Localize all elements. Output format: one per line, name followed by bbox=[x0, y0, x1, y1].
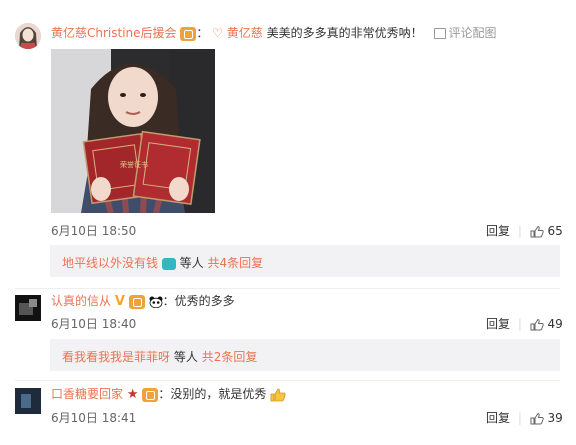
view-all-replies-link[interactable]: 共2条回复 bbox=[202, 350, 258, 364]
comment-2-replies-bar[interactable]: 看我看我我是菲菲呀 等人 共2条回复 bbox=[50, 339, 560, 371]
like-icon[interactable] bbox=[530, 412, 544, 425]
comment-1-replies-bar[interactable]: 地平线以外没有钱 等人 共4条回复 bbox=[50, 245, 560, 277]
reply-user[interactable]: 地平线以外没有钱 bbox=[62, 256, 158, 270]
image-icon bbox=[434, 28, 447, 39]
comment-2-actions: 回复 | 49 bbox=[486, 317, 563, 331]
comment-2-header: 认真的信从 V ：优秀的多多 bbox=[51, 294, 235, 309]
view-all-replies-link[interactable]: 共4条回复 bbox=[208, 256, 264, 270]
panda-icon bbox=[149, 296, 163, 308]
reply-button[interactable]: 回复 bbox=[486, 224, 510, 238]
fan-badge-icon bbox=[180, 26, 197, 41]
comment-3-avatar[interactable] bbox=[15, 388, 41, 414]
comment-2-author[interactable]: 认真的信从 bbox=[51, 294, 111, 308]
comment-1-author[interactable]: 黄亿慈Christine后援会 bbox=[51, 26, 177, 40]
comment-3-header: 口香糖要回家 ★ ：没别的，就是优秀 bbox=[51, 385, 286, 402]
like-count: 39 bbox=[547, 411, 563, 425]
like-count: 49 bbox=[547, 317, 563, 331]
reply-button[interactable]: 回复 bbox=[486, 317, 510, 331]
like-icon[interactable] bbox=[530, 225, 544, 238]
comment-2-date: 6月10日 18:40 bbox=[51, 317, 137, 331]
vip-eye-icon bbox=[161, 257, 176, 270]
fan-badge-icon bbox=[128, 294, 145, 309]
comment-3-author[interactable]: 口香糖要回家 bbox=[51, 387, 123, 401]
comment-3-date: 6月10日 18:41 bbox=[51, 411, 137, 425]
avatar-photo bbox=[15, 23, 41, 49]
comment-1-avatar[interactable] bbox=[15, 23, 41, 49]
divider bbox=[15, 288, 560, 289]
comment-1-actions: 回复 | 65 bbox=[486, 224, 563, 238]
certificate-text: 荣誉证书 bbox=[120, 160, 148, 169]
avatar-photo bbox=[15, 295, 41, 321]
image-reply-link[interactable]: 评论配图 bbox=[434, 26, 496, 40]
comment-3-text: 没别的，就是优秀 bbox=[170, 387, 267, 401]
fan-badge-icon bbox=[142, 387, 159, 402]
divider bbox=[15, 380, 560, 381]
comment-2-text: 优秀的多多 bbox=[174, 294, 235, 308]
vip-v-icon: V bbox=[114, 294, 125, 309]
reply-button[interactable]: 回复 bbox=[486, 411, 510, 425]
comment-3-actions: 回复 | 39 bbox=[486, 411, 563, 425]
comment-2-avatar[interactable] bbox=[15, 295, 41, 321]
avatar-photo bbox=[15, 388, 41, 414]
comment-1-date: 6月10日 18:50 bbox=[51, 224, 137, 238]
thumbs-up-emoji-icon bbox=[270, 388, 286, 402]
like-icon[interactable] bbox=[530, 318, 544, 331]
comment-1-text: 美美的多多真的非常优秀呐！ bbox=[266, 26, 423, 40]
comment-1-header: 黄亿慈Christine后援会 ： ♡ 黄亿慈 美美的多多真的非常优秀呐！ 评论… bbox=[51, 26, 497, 41]
reply-to-user[interactable]: ♡ 黄亿慈 bbox=[212, 26, 263, 40]
comment-1-image[interactable]: 荣誉证书 bbox=[51, 49, 215, 213]
girl-with-certificates-photo: 荣誉证书 bbox=[51, 49, 215, 213]
reply-user[interactable]: 看我看我我是菲菲呀 bbox=[62, 350, 170, 364]
star-icon: ★ bbox=[126, 387, 139, 402]
like-count: 65 bbox=[547, 224, 563, 238]
